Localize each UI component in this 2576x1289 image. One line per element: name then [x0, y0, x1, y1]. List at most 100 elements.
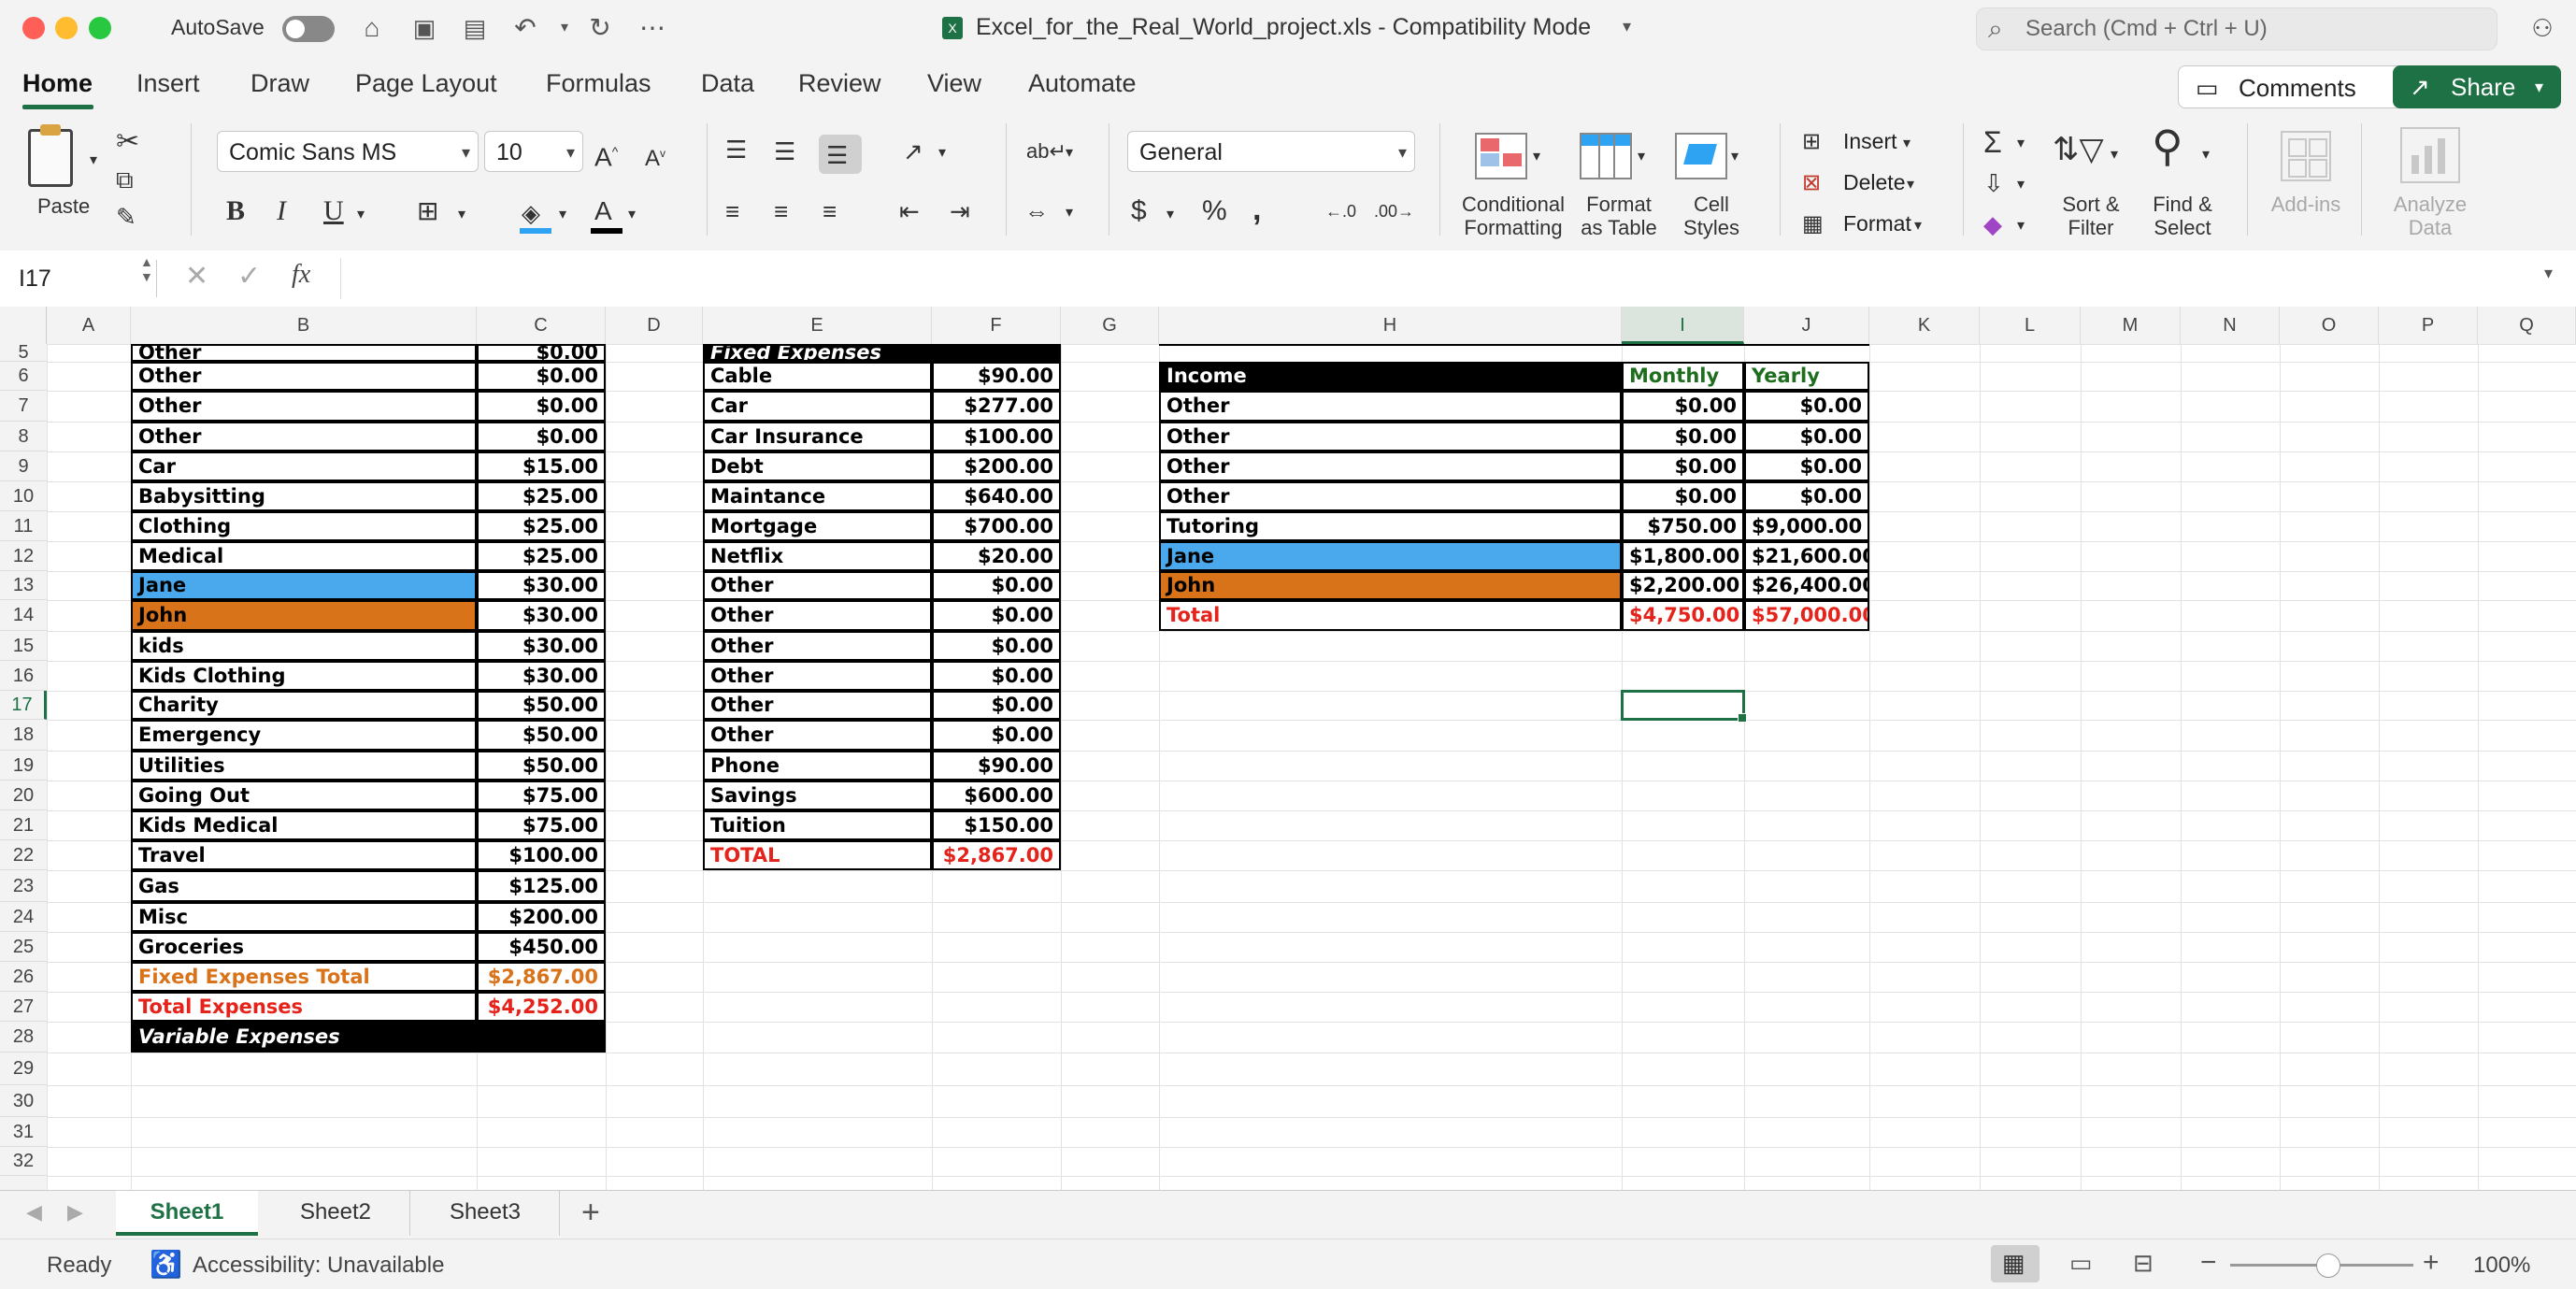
title-chevron-icon[interactable]: ▾: [1623, 17, 1631, 36]
sort-filter-label[interactable]: Sort & Filter: [2053, 193, 2129, 239]
fill-color-icon[interactable]: ◈: [520, 199, 551, 234]
income-monthly-value[interactable]: $0.00: [1622, 481, 1744, 511]
sort-filter-chevron-icon[interactable]: ▾: [2111, 136, 2118, 174]
merge-center-icon[interactable]: ⇔: [1024, 193, 1049, 230]
insert-cells-icon[interactable]: ⊞: [1802, 123, 1821, 161]
variable-expense-amount[interactable]: $30.00: [477, 661, 606, 691]
fixed-expense-name[interactable]: Other: [703, 571, 932, 600]
format-as-table-icon[interactable]: [1580, 133, 1632, 179]
select-all-corner[interactable]: [0, 307, 47, 344]
conditional-formatting-label[interactable]: Conditional Formatting: [1460, 193, 1567, 239]
income-yearly-value[interactable]: $0.00: [1744, 481, 1869, 511]
row-header-24[interactable]: 24: [0, 902, 47, 932]
font-color-chevron-icon[interactable]: ▾: [628, 196, 636, 234]
total-expenses-value[interactable]: $4,252.00: [477, 992, 606, 1022]
income-yearly-value[interactable]: $0.00: [1744, 391, 1869, 422]
align-right-icon[interactable]: ≡: [823, 193, 837, 230]
row-header-12[interactable]: 12: [0, 541, 47, 571]
row-header-14[interactable]: 14: [0, 600, 47, 631]
zoom-window-button[interactable]: [89, 17, 111, 39]
sheet-tab-sheet2[interactable]: Sheet2: [262, 1191, 410, 1236]
income-source-name[interactable]: Tutoring: [1159, 511, 1622, 541]
column-header-c[interactable]: C: [477, 307, 606, 344]
format-as-table-chevron-icon[interactable]: ▾: [1638, 138, 1645, 176]
cell-styles-label[interactable]: Cell Styles: [1669, 193, 1753, 239]
variable-expense-name[interactable]: Kids Clothing: [131, 661, 477, 691]
decrease-indent-icon[interactable]: ⇤: [899, 193, 920, 230]
row-header-15[interactable]: 15: [0, 631, 47, 661]
variable-expense-amount[interactable]: $30.00: [477, 631, 606, 661]
find-select-chevron-icon[interactable]: ▾: [2202, 136, 2210, 174]
currency-chevron-icon[interactable]: ▾: [1166, 196, 1174, 234]
add-sheet-icon[interactable]: +: [581, 1195, 600, 1231]
income-yearly-header[interactable]: Yearly: [1744, 362, 1869, 391]
merge-chevron-icon[interactable]: ▾: [1066, 194, 1073, 232]
row-header-20[interactable]: 20: [0, 781, 47, 810]
delete-chevron-icon[interactable]: ▾: [1907, 166, 1914, 204]
autosave-toggle[interactable]: [282, 16, 335, 42]
clear-icon[interactable]: ◆: [1983, 206, 2002, 243]
variable-expense-name[interactable]: Misc: [131, 902, 477, 932]
variable-expense-name[interactable]: Other: [131, 344, 477, 362]
redo-icon[interactable]: ↻: [583, 11, 617, 45]
column-header-m[interactable]: M: [2081, 307, 2181, 344]
income-header[interactable]: Income: [1159, 362, 1622, 391]
income-source-name[interactable]: Other: [1159, 451, 1622, 481]
row-header-16[interactable]: 16: [0, 661, 47, 691]
fixed-expense-amount[interactable]: $0.00: [932, 661, 1061, 691]
conditional-formatting-chevron-icon[interactable]: ▾: [1533, 138, 1540, 176]
variable-expense-name[interactable]: Kids Medical: [131, 810, 477, 840]
variable-expense-name[interactable]: John: [131, 600, 477, 631]
variable-expense-amount[interactable]: $30.00: [477, 600, 606, 631]
variable-expense-name[interactable]: Utilities: [131, 751, 477, 781]
fixed-expense-amount[interactable]: $277.00: [932, 391, 1061, 422]
home-icon[interactable]: ⌂: [355, 11, 389, 45]
insert-chevron-icon[interactable]: ▾: [1903, 125, 1911, 163]
insert-function-button[interactable]: fx: [292, 260, 310, 290]
tab-view[interactable]: View: [927, 69, 981, 98]
fixed-expense-name[interactable]: Car Insurance: [703, 422, 932, 451]
cell-styles-chevron-icon[interactable]: ▾: [1731, 138, 1739, 176]
income-monthly-value[interactable]: $0.00: [1622, 422, 1744, 451]
insert-cells-label[interactable]: Insert: [1843, 129, 1897, 154]
variable-expense-amount[interactable]: $75.00: [477, 781, 606, 810]
fixed-expense-name[interactable]: Car: [703, 391, 932, 422]
cell-styles-icon[interactable]: [1675, 133, 1727, 179]
name-box[interactable]: I17: [7, 260, 157, 297]
fixed-expense-amount[interactable]: $700.00: [932, 511, 1061, 541]
fill-handle[interactable]: [1738, 713, 1747, 723]
variable-expense-amount[interactable]: $25.00: [477, 511, 606, 541]
save-as-icon[interactable]: ▤: [458, 11, 492, 45]
row-header-22[interactable]: 22: [0, 840, 47, 870]
row-header-8[interactable]: 8: [0, 422, 47, 451]
cut-icon[interactable]: ✂: [116, 123, 139, 161]
fixed-expense-amount[interactable]: $20.00: [932, 541, 1061, 571]
conditional-formatting-icon[interactable]: [1475, 133, 1527, 179]
fixed-expense-amount[interactable]: $0.00: [932, 600, 1061, 631]
format-chevron-icon[interactable]: ▾: [1914, 208, 1922, 245]
income-yearly-value[interactable]: $0.00: [1744, 422, 1869, 451]
variable-expense-amount[interactable]: $15.00: [477, 451, 606, 481]
column-header-l[interactable]: L: [1980, 307, 2081, 344]
zoom-in-icon[interactable]: +: [2423, 1247, 2440, 1279]
zoom-slider[interactable]: [2230, 1253, 2413, 1278]
tab-data[interactable]: Data: [701, 69, 754, 98]
borders-icon[interactable]: ⊞: [417, 193, 438, 230]
row-header-30[interactable]: 30: [0, 1085, 47, 1117]
account-icon[interactable]: ⚇: [2526, 11, 2559, 45]
paste-label[interactable]: Paste: [37, 194, 90, 218]
column-header-d[interactable]: D: [606, 307, 703, 344]
row-header-9[interactable]: 9: [0, 451, 47, 481]
variable-expense-amount[interactable]: $0.00: [477, 344, 606, 362]
format-cells-label[interactable]: Format: [1843, 211, 1911, 236]
close-window-button[interactable]: [22, 17, 45, 39]
income-source-name[interactable]: Other: [1159, 391, 1622, 422]
find-select-icon[interactable]: ⚲: [2152, 124, 2183, 167]
column-header-n[interactable]: N: [2181, 307, 2280, 344]
row-header-27[interactable]: 27: [0, 992, 47, 1022]
column-header-o[interactable]: O: [2280, 307, 2379, 344]
variable-expense-amount[interactable]: $0.00: [477, 422, 606, 451]
zoom-slider-thumb[interactable]: [2316, 1253, 2340, 1278]
find-select-label[interactable]: Find & Select: [2144, 193, 2221, 239]
more-options-icon[interactable]: ⋯: [636, 11, 669, 45]
